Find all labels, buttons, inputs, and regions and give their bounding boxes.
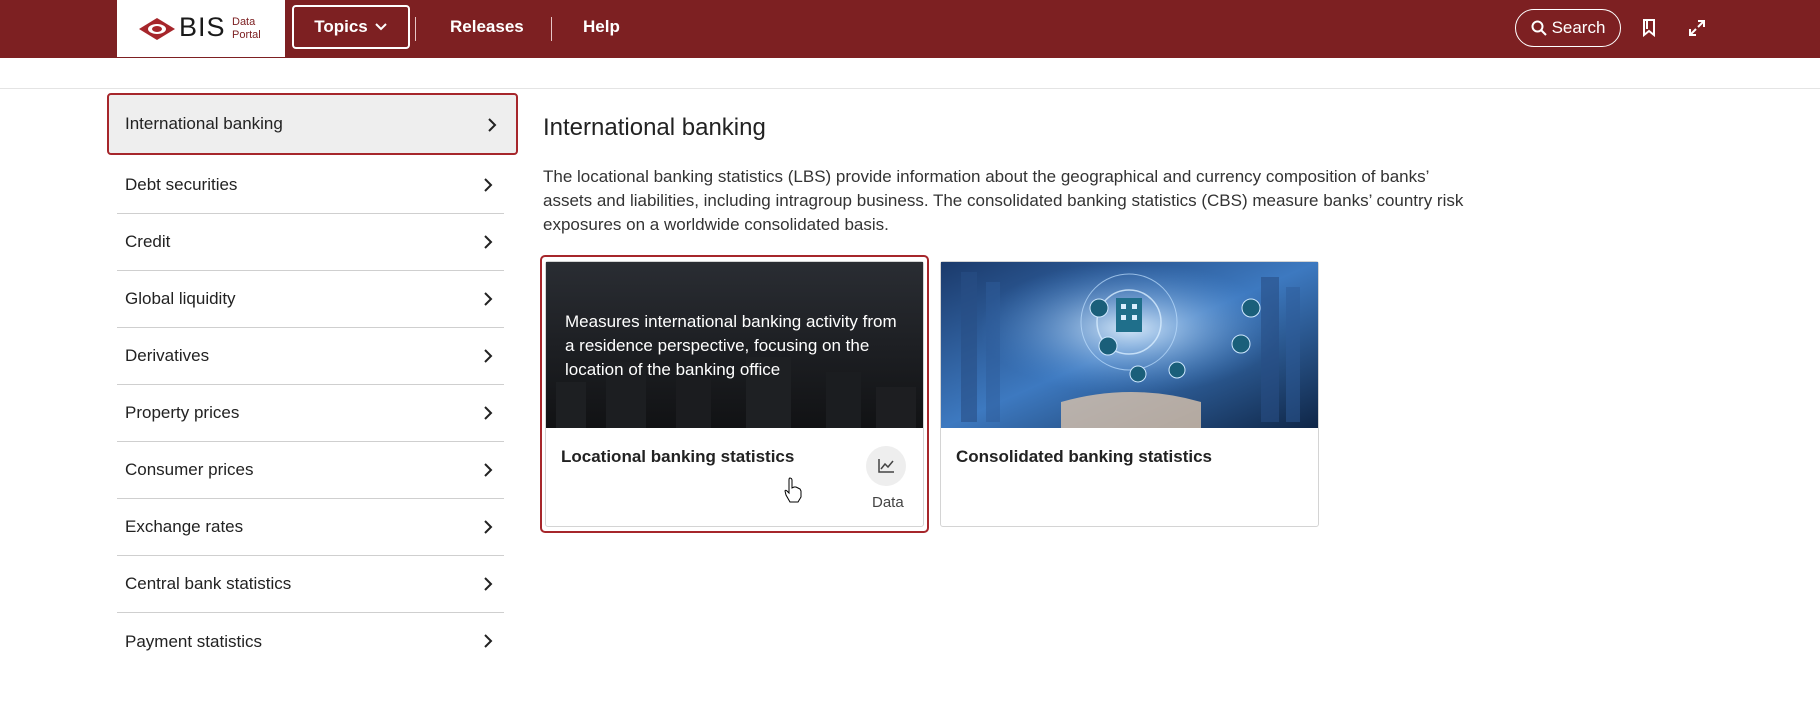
releases-link[interactable]: Releases (450, 17, 524, 37)
topics-sidebar: International banking Debt securities Cr… (107, 93, 518, 670)
chevron-right-icon (484, 292, 493, 306)
sidebar-item-label: Payment statistics (125, 631, 262, 651)
sidebar-item-label: Credit (125, 232, 171, 251)
chevron-right-icon (484, 235, 493, 249)
sidebar-item-debt-securities[interactable]: Debt securities (117, 157, 504, 214)
sidebar-item-label: Exchange rates (125, 517, 244, 536)
chevron-right-icon (484, 577, 493, 591)
sidebar-item-credit[interactable]: Credit (117, 214, 504, 271)
expand-icon[interactable] (1685, 16, 1709, 40)
chevron-down-icon (375, 23, 387, 31)
sidebar-item-international-banking[interactable]: International banking (107, 93, 518, 155)
sidebar-item-payment-statistics[interactable]: Payment statistics (117, 613, 504, 670)
card-title: Locational banking statistics (561, 447, 795, 466)
search-icon (1531, 20, 1547, 36)
chevron-right-icon (484, 463, 493, 477)
search-label: Search (1551, 18, 1606, 37)
page-description: The locational banking statistics (LBS) … (543, 167, 1464, 234)
page-title: International banking (543, 114, 766, 141)
bis-logo-mark-icon (139, 18, 175, 40)
logo-text: BIS (179, 12, 226, 42)
sidebar-item-label: Consumer prices (125, 460, 254, 479)
sidebar-item-property-prices[interactable]: Property prices (117, 385, 504, 442)
nav-divider (415, 17, 416, 41)
top-navigation-bar: BIS Data Portal Topics Releases Help Sea… (0, 0, 1820, 58)
sidebar-item-derivatives[interactable]: Derivatives (117, 328, 504, 385)
card-image-dark-city: Measures international banking activity … (546, 262, 923, 428)
line-chart-icon (878, 459, 894, 473)
help-link[interactable]: Help (583, 17, 620, 37)
sidebar-item-global-liquidity[interactable]: Global liquidity (117, 271, 504, 328)
sidebar-item-label: Derivatives (125, 346, 210, 365)
sidebar-item-label: Central bank statistics (125, 574, 292, 593)
chevron-right-icon (488, 118, 497, 132)
data-chart-button[interactable] (866, 446, 906, 486)
sidebar-item-exchange-rates[interactable]: Exchange rates (117, 499, 504, 556)
header-divider (0, 88, 1820, 89)
sidebar-item-consumer-prices[interactable]: Consumer prices (117, 442, 504, 499)
topics-label: Topics (314, 17, 368, 36)
consolidated-banking-card[interactable]: Consolidated banking statistics (940, 261, 1319, 527)
search-button[interactable]: Search (1515, 9, 1621, 47)
card-overlay-description: Measures international banking activity … (565, 312, 897, 379)
locational-banking-card[interactable]: Measures international banking activity … (545, 261, 924, 527)
bis-logo[interactable]: BIS Data Portal (117, 0, 285, 57)
digital-banking-image (941, 262, 1318, 428)
hand-pointer-cursor-icon (784, 477, 802, 503)
data-label: Data (872, 494, 904, 511)
topics-menu-button[interactable]: Topics (292, 5, 410, 49)
logo-subtitle: Data Portal (232, 16, 261, 41)
card-title: Consolidated banking statistics (956, 447, 1212, 466)
sidebar-item-label: Property prices (125, 403, 240, 422)
sidebar-item-label: Global liquidity (125, 289, 236, 308)
chevron-right-icon (484, 520, 493, 534)
bookmark-icon[interactable] (1637, 16, 1661, 40)
sidebar-item-label: International banking (125, 114, 283, 133)
sidebar-item-central-bank-statistics[interactable]: Central bank statistics (117, 556, 504, 613)
sidebar-item-label: Debt securities (125, 175, 238, 194)
chevron-right-icon (484, 349, 493, 363)
chevron-right-icon (484, 406, 493, 420)
chevron-right-icon (484, 634, 493, 648)
chevron-right-icon (484, 178, 493, 192)
card-image-digital-banking (941, 262, 1318, 428)
nav-divider (551, 17, 552, 41)
